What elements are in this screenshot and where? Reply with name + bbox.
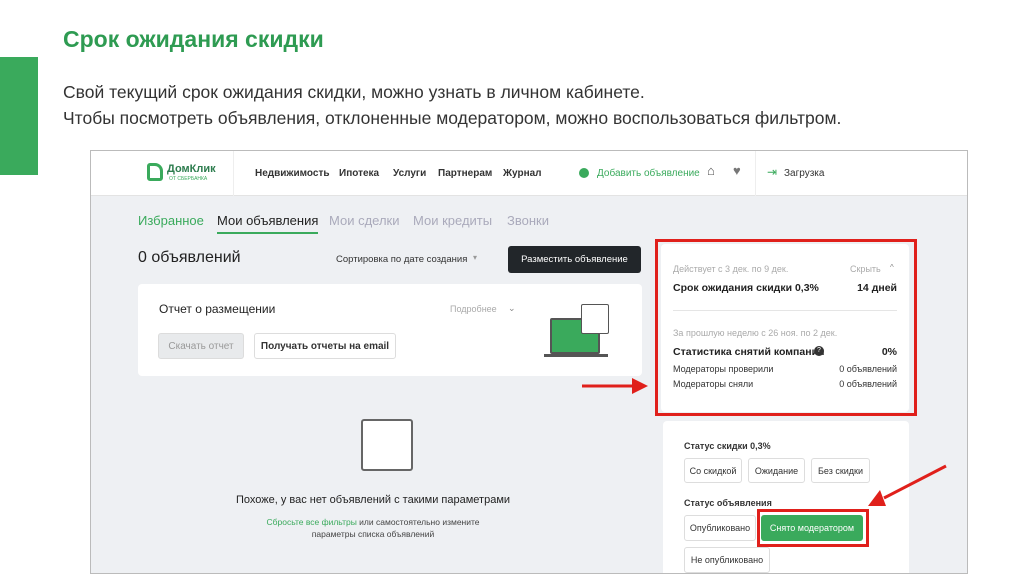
arrow-icon — [868, 464, 947, 506]
annotation-arrows — [582, 378, 947, 506]
arrow-icon — [582, 378, 648, 394]
